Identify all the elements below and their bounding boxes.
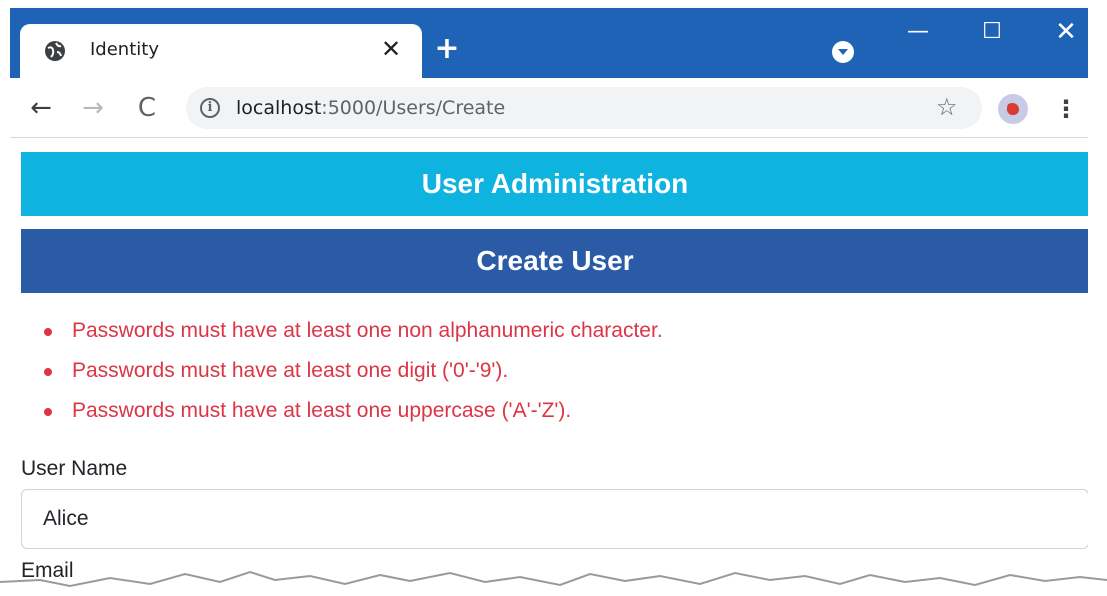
browser-toolbar: ← → C i localhost:5000/Users/Create ☆ ⋮ xyxy=(10,78,1088,138)
validation-error: Passwords must have at least one digit (… xyxy=(40,351,663,391)
profile-dropdown-icon[interactable] xyxy=(832,41,854,63)
close-window-icon[interactable]: ✕ xyxy=(1046,18,1086,48)
validation-error: Passwords must have at least one upperca… xyxy=(40,391,663,431)
minimize-icon[interactable]: — xyxy=(898,18,938,48)
back-arrow-icon[interactable]: ← xyxy=(24,92,58,124)
globe-icon xyxy=(45,41,65,61)
maximize-icon[interactable]: ☐ xyxy=(972,18,1012,48)
address-path: :5000/Users/Create xyxy=(321,97,506,119)
forward-arrow-icon[interactable]: → xyxy=(76,92,110,124)
address-url[interactable]: localhost:5000/Users/Create xyxy=(236,97,505,119)
title-bar: Identity ✕ + — ☐ ✕ xyxy=(10,8,1088,78)
reload-icon[interactable]: C xyxy=(130,92,164,124)
avatar[interactable] xyxy=(998,94,1028,124)
plus-icon[interactable]: + xyxy=(434,34,460,64)
page-content: User Administration Create User Password… xyxy=(10,139,1088,596)
page-title: Create User xyxy=(21,229,1088,293)
torn-edge xyxy=(0,570,1107,596)
username-label: User Name xyxy=(21,457,128,480)
star-icon[interactable]: ☆ xyxy=(936,92,958,122)
address-host: localhost xyxy=(236,97,322,119)
close-icon[interactable]: ✕ xyxy=(376,34,406,64)
tab-title: Identity xyxy=(90,39,159,60)
address-bar[interactable]: i localhost:5000/Users/Create xyxy=(186,87,982,129)
tab-identity[interactable]: Identity ✕ xyxy=(20,24,422,78)
username-input[interactable]: Alice xyxy=(21,489,1088,549)
kebab-menu-icon[interactable]: ⋮ xyxy=(1054,94,1078,124)
validation-summary: Passwords must have at least one non alp… xyxy=(40,311,663,431)
browser-window: Identity ✕ + — ☐ ✕ ← → C i localhost:500… xyxy=(10,8,1088,596)
validation-error: Passwords must have at least one non alp… xyxy=(40,311,663,351)
info-icon[interactable]: i xyxy=(200,98,220,118)
admin-header: User Administration xyxy=(21,152,1088,216)
